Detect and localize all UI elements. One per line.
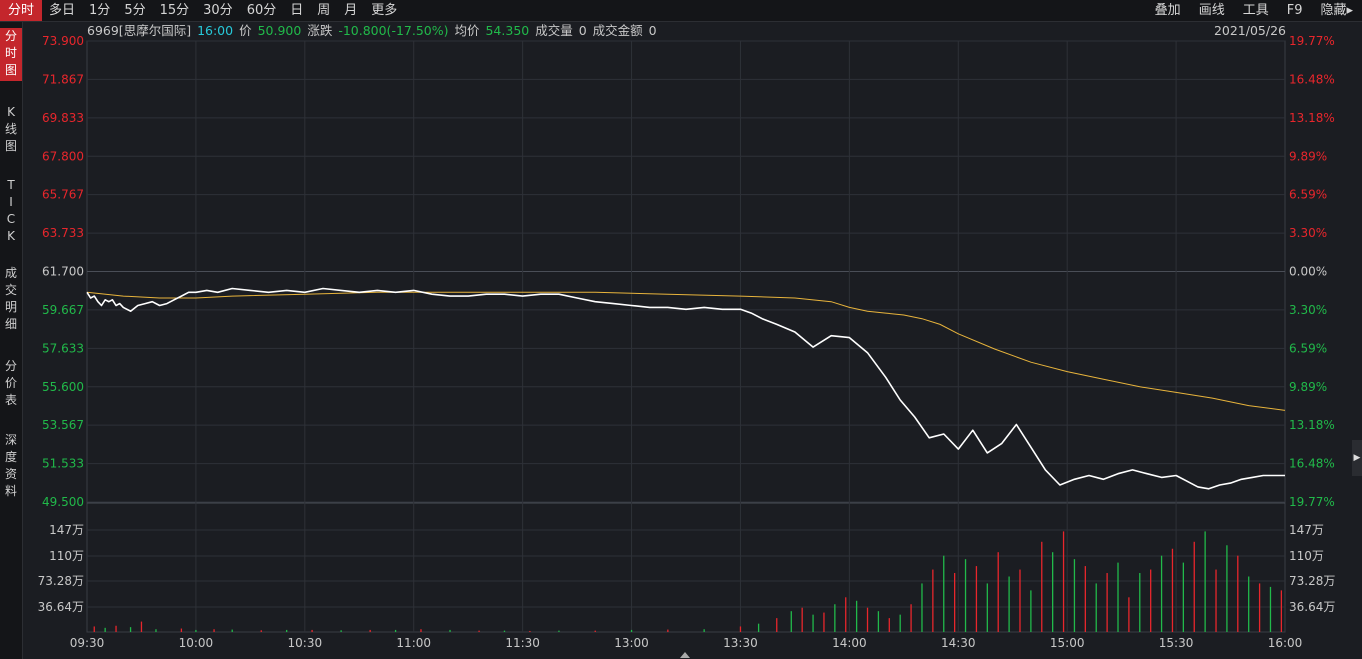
time-tick-label: 13:00 <box>614 636 649 650</box>
price-line <box>86 287 1285 490</box>
pct-tick-label: 16.48% <box>1289 72 1335 86</box>
plot-frame <box>86 40 1286 633</box>
tab-2[interactable]: 1分 <box>82 0 117 21</box>
amount-value: 0 <box>648 23 657 38</box>
tool-1[interactable]: 画线 <box>1190 0 1234 21</box>
intraday-chart[interactable]: 73.900 19.77% 71.867 16.48% 69.833 13.18% 67.8… <box>0 0 1362 659</box>
tab-7[interactable]: 日 <box>283 0 310 21</box>
pct-tick-label: 9.89% <box>1289 149 1327 163</box>
pct-tick-label: 0.00% <box>1289 265 1327 279</box>
time-tick-label: 16:00 <box>1268 636 1303 650</box>
period-tabs: 分时 多日 1分 5分 15分 30分 60分日周月更多 <box>0 0 404 21</box>
sidebar-item-2[interactable]: TICK <box>0 177 22 245</box>
time-tick-label: 15:30 <box>1159 636 1194 650</box>
volume-tick-label: 110万 <box>49 549 84 563</box>
sidebar-item-5[interactable]: 深度资料 <box>0 432 22 500</box>
pct-tick-label: 3.30% <box>1289 303 1327 317</box>
tab-4[interactable]: 15分 <box>153 0 197 21</box>
tab-10[interactable]: 更多 <box>364 0 404 21</box>
tab-5[interactable]: 30分 <box>196 0 240 21</box>
change-value: -10.800(-17.50%) <box>338 23 449 38</box>
volume-tick-label: 73.28万 <box>38 574 84 588</box>
price-tick-label: 59.667 <box>42 303 84 317</box>
pct-tick-label: 9.89% <box>1289 380 1327 394</box>
price-tick-label: 63.733 <box>42 226 84 240</box>
volume-value: 0 <box>578 23 587 38</box>
sidebar-item-4[interactable]: 分价表 <box>0 358 22 409</box>
pct-tick-label: 16.48% <box>1289 457 1335 471</box>
time-tick-label: 14:30 <box>941 636 976 650</box>
quote-info-bar: 6969[思摩尔国际] 16:00 价 50.900 涨跌 -10.800(-1… <box>87 22 659 40</box>
volume-tick-label-right: 73.28万 <box>1289 574 1335 588</box>
tab-1[interactable]: 多日 <box>42 0 82 21</box>
pct-tick-label: 6.59% <box>1289 188 1327 202</box>
period-toolbar: 分时 多日 1分 5分 15分 30分 60分日周月更多 叠加 画线 工具 F9 隐藏▸ <box>0 0 1362 22</box>
avg-value: 54.350 <box>485 23 530 38</box>
tab-0[interactable]: 分时 <box>0 0 43 21</box>
avg-label: 均价 <box>454 23 480 38</box>
price-tick-label: 57.633 <box>42 341 84 355</box>
pct-tick-label: 13.18% <box>1289 111 1335 125</box>
price-tick-label: 49.500 <box>42 495 84 509</box>
time-tick-label: 11:00 <box>396 636 431 650</box>
expand-panel-arrow-icon[interactable]: ▶ <box>1352 440 1362 476</box>
time-tick-label: 14:00 <box>832 636 867 650</box>
pct-tick-label: 19.77% <box>1289 495 1335 509</box>
price-tick-label: 61.700 <box>42 265 84 279</box>
quote-time: 16:00 <box>197 23 234 38</box>
time-tick-label: 11:30 <box>505 636 540 650</box>
price-tick-label: 51.533 <box>42 457 84 471</box>
volume-tick-label: 36.64万 <box>38 600 84 614</box>
tab-9[interactable]: 月 <box>337 0 364 21</box>
price-tick-label: 71.867 <box>42 72 84 86</box>
tab-8[interactable]: 周 <box>310 0 337 21</box>
volume-tick-label-right: 147万 <box>1289 523 1324 537</box>
time-tick-label: 10:30 <box>288 636 323 650</box>
amount-label: 成交金额 <box>592 23 643 38</box>
bottom-marker-icon <box>680 652 690 658</box>
pct-tick-label: 3.30% <box>1289 226 1327 240</box>
pct-tick-label: 13.18% <box>1289 418 1335 432</box>
time-tick-label: 15:00 <box>1050 636 1085 650</box>
volume-tick-label-right: 36.64万 <box>1289 600 1335 614</box>
tool-2[interactable]: 工具 <box>1234 0 1278 21</box>
quote-date: 2021/05/26 <box>1213 23 1286 38</box>
sidebar-item-1[interactable]: K线图 <box>0 104 22 155</box>
pct-tick-label: 6.59% <box>1289 341 1327 355</box>
price-label: 价 <box>239 23 252 38</box>
price-tick-label: 69.833 <box>42 111 84 125</box>
price-tick-label: 65.767 <box>42 188 84 202</box>
volume-label: 成交量 <box>535 23 573 38</box>
tab-6[interactable]: 60分 <box>240 0 284 21</box>
volume-tick-label-right: 110万 <box>1289 549 1324 563</box>
pct-tick-label: 19.77% <box>1289 34 1335 48</box>
price-tick-label: 55.600 <box>42 380 84 394</box>
price-value: 50.900 <box>257 23 302 38</box>
price-tick-label: 53.567 <box>42 418 84 432</box>
price-tick-label: 67.800 <box>42 149 84 163</box>
time-tick-label: 09:30 <box>70 636 105 650</box>
stock-code-name: 6969[思摩尔国际] <box>87 23 192 38</box>
view-sidebar: 分时图 K线图 TICK 成交明细分价表深度资料 <box>0 22 23 659</box>
tool-4[interactable]: 隐藏▸ <box>1311 0 1362 21</box>
price-tick-label: 73.900 <box>42 34 84 48</box>
change-label: 涨跌 <box>307 23 333 38</box>
sidebar-item-3[interactable]: 成交明细 <box>0 265 22 333</box>
tool-3[interactable]: F9 <box>1278 0 1312 21</box>
volume-tick-label: 147万 <box>49 523 84 537</box>
sidebar-item-0[interactable]: 分时图 <box>0 28 22 81</box>
tool-0[interactable]: 叠加 <box>1146 0 1190 21</box>
chart-tools: 叠加 画线 工具 F9 隐藏▸ <box>1146 0 1362 21</box>
time-tick-label: 13:30 <box>723 636 758 650</box>
tab-3[interactable]: 5分 <box>117 0 152 21</box>
time-tick-label: 10:00 <box>179 636 214 650</box>
